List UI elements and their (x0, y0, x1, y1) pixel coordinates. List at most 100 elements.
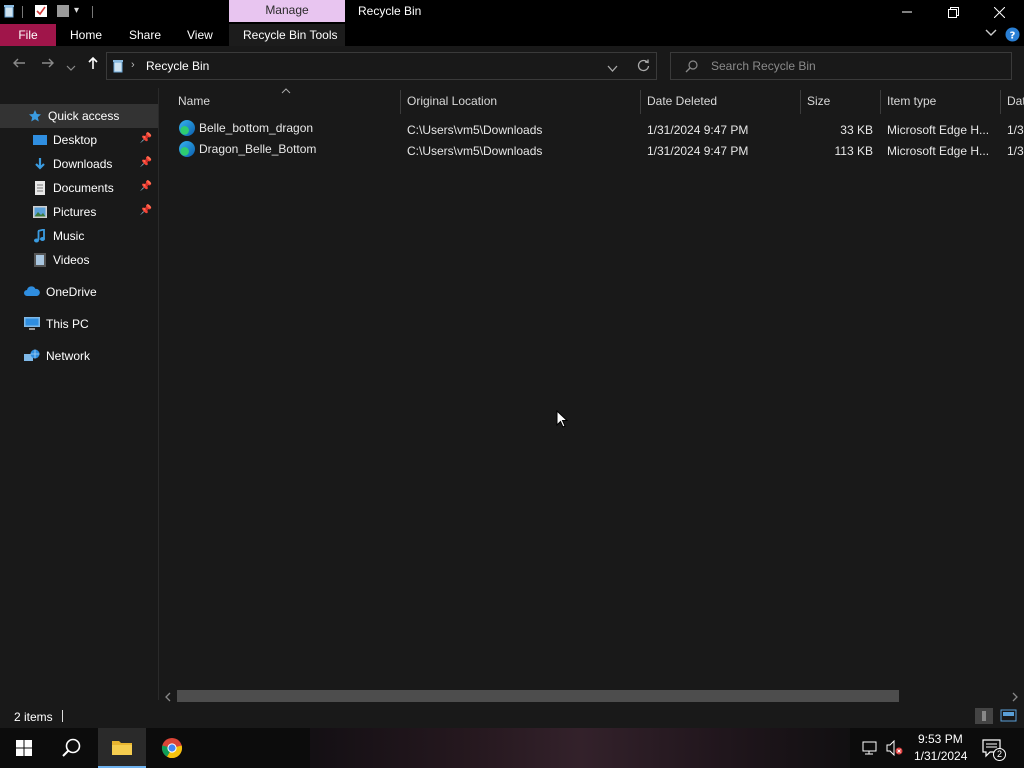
sidebar-item-onedrive[interactable]: OneDrive (0, 280, 158, 304)
date-modified-cell: 1/3 (1007, 144, 1024, 158)
column-resize-handle[interactable] (1000, 90, 1001, 114)
clock-time[interactable]: 9:53 PM (918, 732, 963, 746)
title-bar: ▾ Manage Recycle Bin (0, 0, 1024, 24)
navigation-row: › Recycle Bin Search Recycle Bin (0, 48, 1024, 86)
customize-quick-access-icon[interactable]: ▾ (74, 5, 88, 19)
clock-date[interactable]: 1/31/2024 (914, 749, 967, 763)
search-input[interactable]: Search Recycle Bin (711, 59, 816, 73)
sidebar-item-label: Videos (53, 253, 90, 267)
status-bar: 2 items (0, 704, 1024, 728)
desktop-icon (33, 133, 47, 147)
sidebar-item-label: OneDrive (46, 285, 97, 299)
search-button[interactable] (48, 728, 96, 768)
file-name: Dragon_Belle_Bottom (199, 142, 317, 157)
sort-ascending-icon (281, 86, 291, 97)
restore-button[interactable] (930, 0, 976, 24)
forward-button[interactable] (41, 56, 55, 74)
column-header-date-modified[interactable]: Dat (1007, 94, 1024, 108)
column-header-original-location[interactable]: Original Location (407, 94, 497, 108)
size-cell: 113 KB (834, 144, 873, 158)
chrome-taskbar-button[interactable] (148, 728, 196, 768)
music-note-icon (33, 228, 47, 243)
edge-browser-icon (179, 141, 195, 157)
scroll-right-icon[interactable] (1011, 691, 1019, 705)
breadcrumb-chevron-icon[interactable]: › (131, 59, 135, 71)
tab-recycle-bin-tools[interactable]: Recycle Bin Tools (243, 28, 338, 42)
table-row[interactable]: Belle_bottom_dragon C:\Users\vm5\Downloa… (175, 120, 1024, 141)
sidebar-item-this-pc[interactable]: This PC (0, 312, 158, 336)
column-header-size[interactable]: Size (807, 94, 830, 108)
mouse-cursor-icon (556, 409, 569, 431)
original-location-cell: C:\Users\vm5\Downloads (407, 123, 543, 137)
recent-locations-chevron-down-icon[interactable] (66, 59, 76, 76)
large-icons-view-button[interactable] (1000, 708, 1018, 727)
back-button[interactable] (12, 56, 26, 74)
column-header-item-type[interactable]: Item type (887, 94, 936, 108)
properties-icon[interactable] (34, 4, 48, 18)
file-name-cell: Dragon_Belle_Bottom (179, 141, 317, 158)
ribbon-tabs: File Home Share View Recycle Bin Tools ? (0, 24, 1024, 46)
column-resize-handle[interactable] (880, 90, 881, 114)
column-resize-handle[interactable] (640, 90, 641, 114)
sidebar-item-label: Documents (53, 181, 114, 195)
column-header-name[interactable]: Name (178, 94, 210, 108)
sidebar-item-music[interactable]: Music (0, 224, 158, 248)
tab-share[interactable]: Share (129, 28, 161, 42)
item-type-cell: Microsoft Edge H... (887, 144, 990, 158)
document-icon (33, 181, 47, 195)
item-count: 2 items (14, 710, 53, 724)
navigation-pane: Quick access Desktop 📌 Downloads 📌 Docum… (0, 88, 158, 700)
pin-icon[interactable]: 📌 (140, 181, 152, 192)
download-arrow-icon (33, 157, 47, 171)
pin-icon[interactable]: 📌 (140, 133, 152, 144)
computer-icon (24, 317, 40, 331)
volume-muted-icon[interactable] (886, 739, 904, 759)
sidebar-item-label: Music (53, 229, 85, 243)
file-explorer-taskbar-button[interactable] (98, 728, 146, 768)
sidebar-item-network[interactable]: Network (0, 344, 158, 368)
scrollbar-thumb[interactable] (177, 690, 899, 702)
tab-home[interactable]: Home (70, 28, 102, 42)
original-location-cell: C:\Users\vm5\Downloads (407, 144, 543, 158)
scroll-left-icon[interactable] (164, 691, 172, 705)
pin-icon[interactable]: 📌 (140, 205, 152, 216)
pin-icon[interactable]: 📌 (140, 157, 152, 168)
details-view-button[interactable] (975, 708, 993, 724)
up-button[interactable] (86, 56, 100, 74)
sidebar-item-label: Pictures (53, 205, 97, 219)
close-button[interactable] (976, 0, 1022, 24)
tab-view[interactable]: View (187, 28, 213, 42)
tab-manage[interactable]: Manage (229, 0, 345, 22)
tab-file[interactable]: File (0, 24, 56, 46)
recycle-bin-icon (111, 59, 125, 76)
item-type-cell: Microsoft Edge H... (887, 123, 990, 137)
column-resize-handle[interactable] (400, 90, 401, 114)
expand-ribbon-icon[interactable] (985, 26, 997, 41)
new-folder-icon[interactable] (56, 4, 70, 18)
sidebar-item-quick-access[interactable]: Quick access (0, 104, 158, 128)
sidebar-item-label: Desktop (53, 133, 98, 147)
start-button[interactable] (0, 728, 48, 768)
breadcrumb-recycle-bin[interactable]: Recycle Bin (146, 59, 209, 73)
sidebar-item-documents[interactable]: Documents 📌 (0, 176, 158, 200)
sidebar-item-pictures[interactable]: Pictures 📌 (0, 200, 158, 224)
network-status-icon[interactable] (862, 740, 880, 759)
pictures-icon (33, 205, 47, 219)
column-resize-handle[interactable] (800, 90, 801, 114)
taskbar: 9:53 PM 1/31/2024 2 (0, 728, 1024, 768)
sidebar-item-downloads[interactable]: Downloads 📌 (0, 152, 158, 176)
sidebar-item-desktop[interactable]: Desktop 📌 (0, 128, 158, 152)
file-list: Name Original Location Date Deleted Size… (158, 88, 1024, 700)
search-box[interactable]: Search Recycle Bin (670, 52, 1012, 80)
refresh-icon[interactable] (637, 59, 650, 75)
minimize-button[interactable] (884, 0, 930, 24)
address-bar[interactable]: › Recycle Bin (106, 52, 657, 80)
address-history-chevron-down-icon[interactable] (607, 62, 618, 76)
horizontal-scrollbar[interactable] (162, 688, 1024, 704)
notification-count-badge: 2 (993, 748, 1006, 761)
search-icon (685, 60, 698, 76)
column-header-date-deleted[interactable]: Date Deleted (647, 94, 717, 108)
table-row[interactable]: Dragon_Belle_Bottom C:\Users\vm5\Downloa… (175, 141, 1024, 162)
sidebar-item-videos[interactable]: Videos (0, 248, 158, 272)
help-icon[interactable]: ? (1005, 27, 1020, 45)
